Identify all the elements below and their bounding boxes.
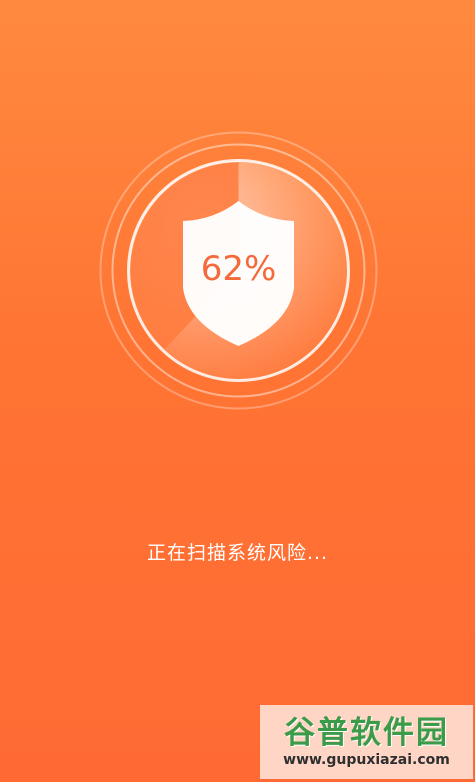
- progress-percentage: 62%: [201, 249, 277, 289]
- scan-progress-indicator: 62%: [96, 128, 381, 413]
- watermark-url: www.gupuxiazai.com: [283, 752, 450, 768]
- watermark: 谷普软件园 www.gupuxiazai.com: [260, 705, 473, 779]
- scan-status-text: 正在扫描系统风险...: [146, 542, 329, 564]
- watermark-logo: 谷普软件园: [284, 715, 449, 751]
